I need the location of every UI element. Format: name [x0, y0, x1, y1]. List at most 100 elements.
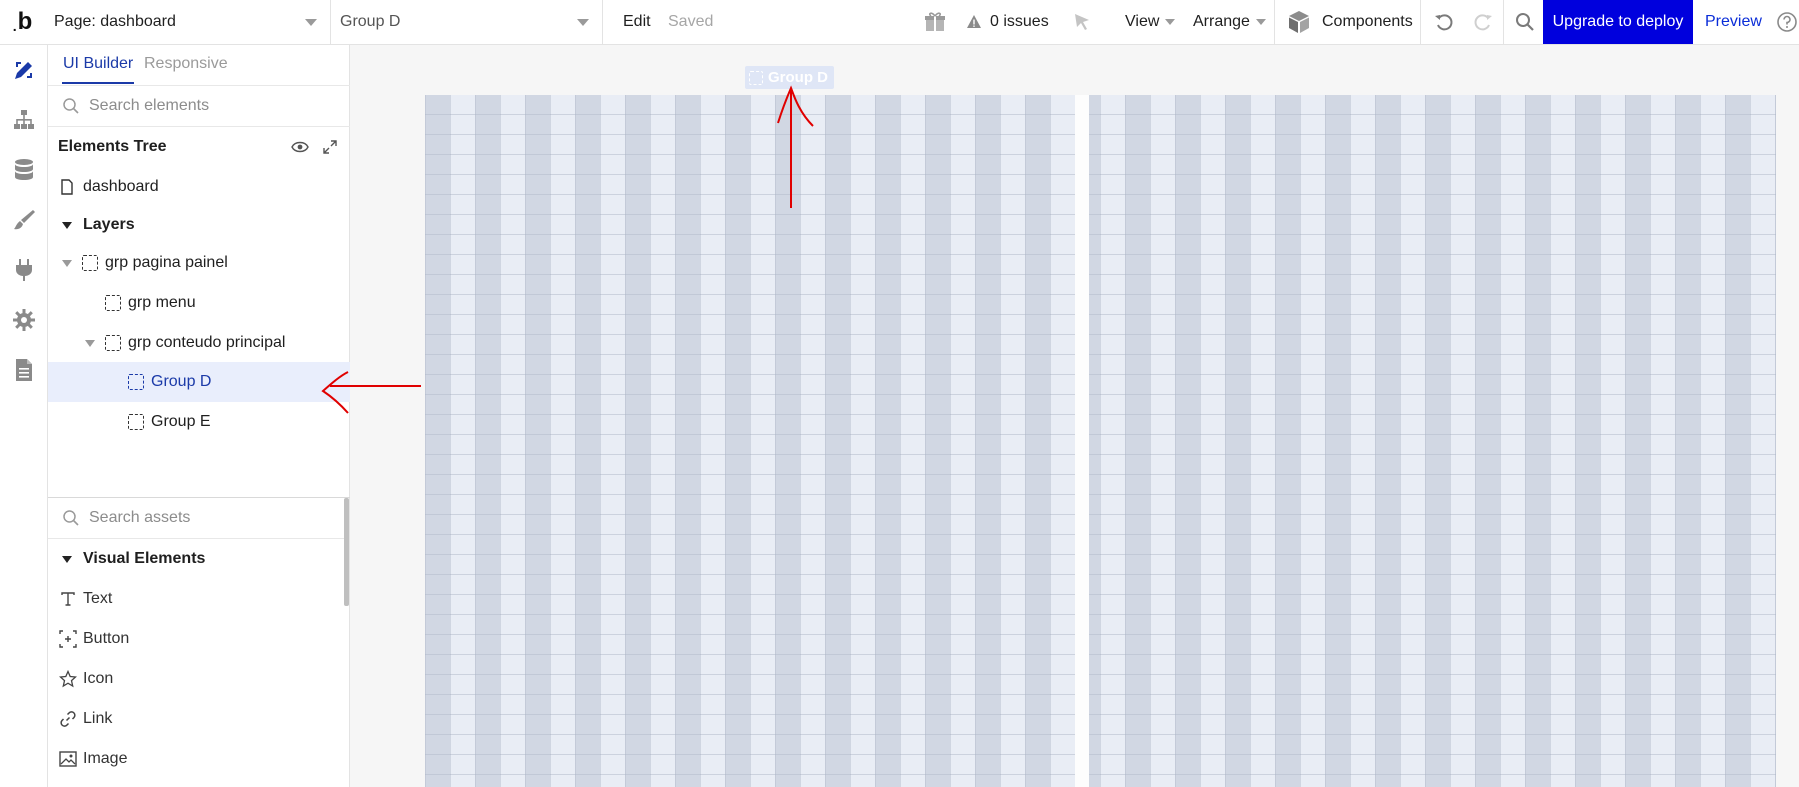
tree-item-label: Group D [151, 373, 212, 390]
caret-down-icon [62, 556, 72, 563]
chevron-down-icon [1165, 19, 1176, 25]
tab-responsive[interactable]: Responsive [144, 55, 228, 73]
scrollbar-thumb[interactable] [344, 498, 349, 606]
caret-down-icon[interactable] [85, 340, 95, 347]
components-button[interactable]: Components [1286, 0, 1413, 44]
chevron-down-icon [577, 19, 589, 26]
elements-tree-header: Elements Tree [48, 127, 350, 167]
gap-column [1075, 95, 1089, 787]
asset-icon[interactable]: Icon [48, 659, 344, 699]
group-icon [105, 295, 121, 311]
asset-button[interactable]: Button [48, 619, 344, 659]
tree-item-label: grp conteudo principal [128, 334, 286, 351]
visual-elements-header[interactable]: Visual Elements [48, 539, 344, 579]
asset-label: Link [83, 710, 113, 727]
left-icon-rail [0, 45, 48, 787]
design-canvas[interactable] [350, 45, 1799, 787]
caret-down-icon[interactable] [62, 222, 72, 229]
arrange-menu[interactable]: Arrange [1193, 0, 1266, 44]
element-dropdown[interactable]: Group D [331, 0, 603, 44]
issues-count: 0 issues [990, 13, 1049, 30]
search-assets-input[interactable] [89, 509, 309, 527]
search-icon[interactable] [1510, 0, 1540, 44]
link-icon [59, 710, 77, 728]
tree-item-label: Group E [151, 413, 211, 430]
tree-item-label: dashboard [83, 178, 159, 195]
asset-label: Button [83, 630, 130, 647]
visual-elements-title: Visual Elements [83, 550, 206, 567]
data-icon[interactable] [9, 155, 39, 185]
active-tab-underline [62, 82, 134, 84]
tree-item-group-e[interactable]: Group E [48, 402, 350, 442]
issues-button[interactable]: 0 issues [966, 0, 1049, 44]
redo-icon[interactable] [1468, 0, 1498, 44]
components-label: Components [1322, 13, 1413, 30]
upgrade-to-deploy-button[interactable]: Upgrade to deploy [1543, 0, 1693, 44]
elements-tree-title: Elements Tree [58, 138, 167, 155]
search-icon [61, 96, 81, 116]
tree-item-layers[interactable]: Layers [48, 205, 350, 245]
edit-menu[interactable]: Edit [623, 0, 651, 44]
expand-icon[interactable] [320, 137, 340, 157]
search-elements-input[interactable] [89, 97, 319, 115]
warning-icon [967, 15, 981, 28]
settings-icon[interactable] [9, 305, 39, 335]
page-grid[interactable] [425, 95, 1776, 787]
styles-icon[interactable] [9, 205, 39, 235]
gift-icon[interactable] [920, 0, 950, 44]
tree-item-dashboard[interactable]: dashboard [48, 167, 350, 207]
asset-link[interactable]: Link [48, 699, 344, 739]
tree-item-label: grp pagina painel [105, 254, 228, 271]
element-dropdown-label: Group D [340, 13, 401, 30]
star-icon [59, 670, 77, 688]
view-menu[interactable]: View [1125, 0, 1176, 44]
top-bar: .b Page: dashboard Group D Edit Saved 0 … [0, 0, 1799, 45]
text-icon [59, 590, 77, 608]
group-icon [128, 414, 144, 430]
tree-item-grp-pagina-painel[interactable]: grp pagina painel [48, 243, 350, 283]
saved-status: Saved [668, 13, 714, 30]
tree-item-label: Layers [83, 216, 135, 233]
undo-icon[interactable] [1429, 0, 1459, 44]
asset-label: Icon [83, 670, 114, 687]
tree-item-label: grp menu [128, 294, 196, 311]
plugins-icon[interactable] [9, 255, 39, 285]
bubble-logo[interactable]: .b [0, 0, 45, 44]
search-icon [61, 508, 81, 528]
caret-down-icon[interactable] [62, 260, 72, 267]
tab-ui-builder[interactable]: UI Builder [63, 55, 133, 73]
selected-element-tag-label: Group D [768, 69, 828, 86]
cursor-icon[interactable] [1070, 0, 1094, 44]
selected-element-tag[interactable]: Group D [745, 66, 834, 89]
logs-icon[interactable] [9, 355, 39, 385]
view-menu-label: View [1125, 13, 1160, 30]
chevron-down-icon [305, 19, 317, 26]
tree-item-grp-conteudo-principal[interactable]: grp conteudo principal [48, 323, 350, 363]
left-panel: UI Builder Responsive Elements Tree dash… [48, 45, 350, 787]
help-icon[interactable] [1776, 0, 1799, 44]
design-icon[interactable] [9, 55, 39, 85]
button-icon [59, 630, 77, 648]
cube-icon [1289, 11, 1309, 33]
asset-label: Image [83, 750, 128, 767]
group-icon [128, 374, 144, 390]
chevron-down-icon [1255, 19, 1266, 25]
divider [1420, 0, 1421, 44]
page-dropdown-label: Page: dashboard [54, 13, 176, 30]
element-search [48, 85, 350, 127]
tree-item-grp-menu[interactable]: grp menu [48, 283, 350, 323]
asset-label: Text [83, 590, 113, 607]
group-icon [749, 70, 763, 85]
asset-image[interactable]: Image [48, 739, 344, 779]
assets-search [48, 498, 344, 539]
group-icon [105, 335, 121, 351]
image-icon [59, 750, 77, 768]
page-dropdown[interactable]: Page: dashboard [45, 0, 331, 44]
asset-text[interactable]: Text [48, 579, 344, 619]
arrange-menu-label: Arrange [1193, 13, 1250, 30]
tree-item-group-d[interactable]: Group D [48, 362, 350, 402]
preview-button[interactable]: Preview [1705, 0, 1762, 44]
panel-tabs: UI Builder Responsive [48, 45, 350, 85]
workflow-icon[interactable] [9, 105, 39, 135]
eye-icon[interactable] [290, 137, 310, 157]
